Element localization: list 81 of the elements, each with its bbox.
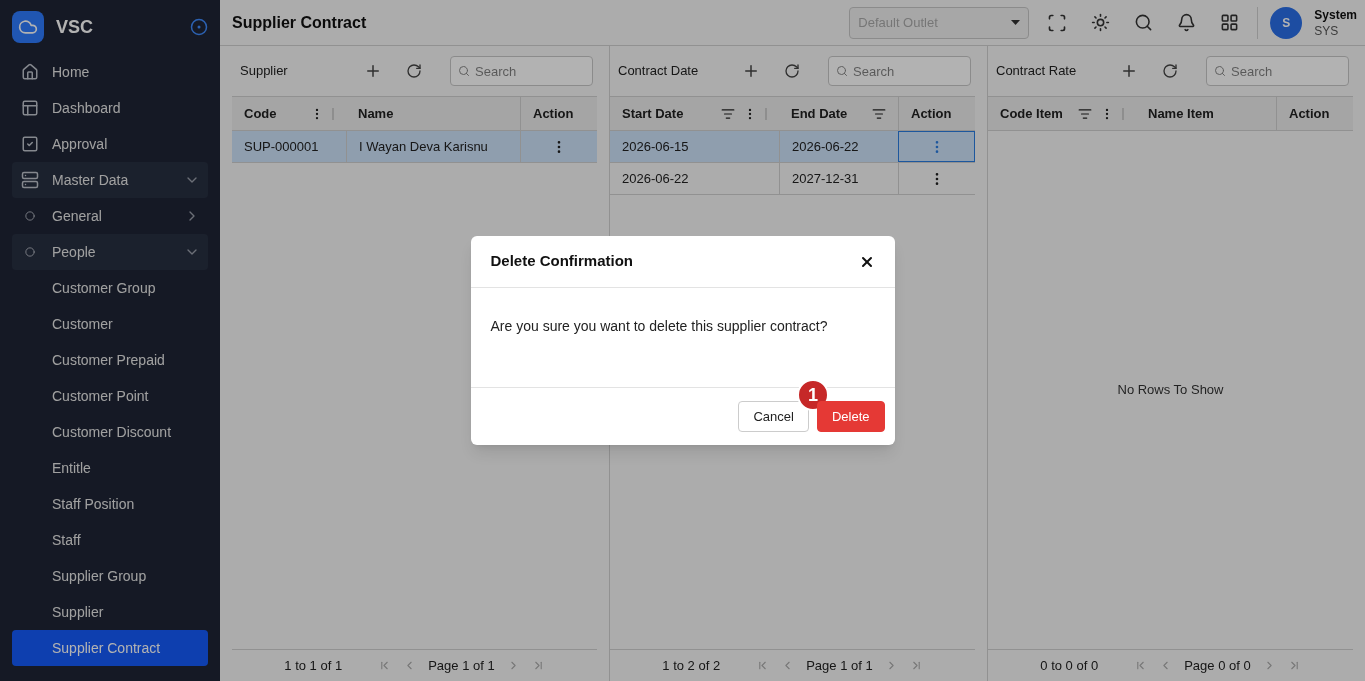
user-name: System (1314, 6, 1357, 23)
sidebar-item[interactable]: Supplier (12, 594, 208, 630)
column-header[interactable]: Name Item (1136, 97, 1276, 130)
sidebar-item[interactable]: Supplier Contract (12, 630, 208, 666)
panel-title: Contract Rate (996, 62, 1078, 81)
sidebar-item[interactable]: Supplier Group (12, 558, 208, 594)
fullscreen-icon[interactable] (1047, 12, 1068, 33)
sidebar-item[interactable]: Customer Discount (12, 414, 208, 450)
cloud-logo (12, 11, 44, 43)
page-indicator: Page 1 of 1 (806, 656, 873, 675)
sidebar-item[interactable]: General (12, 198, 208, 234)
search-icon[interactable] (1134, 13, 1154, 32)
table-cell: 2026-06-22 (779, 131, 898, 162)
sidebar-item[interactable]: Master Data (12, 162, 208, 198)
database-icon (21, 171, 39, 189)
add-icon[interactable] (1120, 62, 1138, 80)
cancel-button[interactable]: Cancel (738, 401, 809, 432)
row-count: 1 to 2 of 2 (662, 656, 721, 675)
sidebar-item[interactable]: Customer Prepaid (12, 342, 208, 378)
table-row[interactable]: 2026-06-15 2026-06-22 (610, 131, 975, 163)
table-row[interactable]: 2026-06-22 2027-12-31 (610, 163, 975, 195)
empty-message: No Rows To Show (1117, 381, 1224, 400)
search-field[interactable]: Search (828, 56, 971, 86)
sidebar-toggle-icon[interactable] (190, 18, 208, 36)
page-title: Supplier Contract (232, 12, 368, 33)
column-header[interactable]: End Date (779, 97, 898, 130)
refresh-icon[interactable] (406, 63, 422, 79)
add-icon[interactable] (742, 62, 760, 80)
row-count: 0 to 0 of 0 (1040, 656, 1099, 675)
sidebar-item[interactable]: Staff (12, 522, 208, 558)
checkbox-icon (21, 135, 39, 153)
sidebar-item[interactable]: Home (12, 54, 208, 90)
dialog-message: Are you sure you want to delete this supplier contract? (490, 317, 829, 336)
column-header[interactable]: Name (346, 97, 520, 130)
sidebar-item[interactable]: Customer Group (12, 270, 208, 306)
table-cell: I Wayan Deva Karisnu (346, 131, 520, 162)
sidebar-item[interactable]: Entitle (12, 450, 208, 486)
dropdown-triangle-icon (1011, 20, 1021, 25)
sidebar-item[interactable]: Dashboard (12, 90, 208, 126)
table-row[interactable]: SUP-000001 I Wayan Deva Karisnu (232, 131, 597, 163)
action-cell[interactable] (898, 131, 975, 162)
brand-name: VSC (56, 16, 94, 39)
user-code: SYS (1314, 22, 1340, 39)
add-icon[interactable] (364, 62, 382, 80)
home-icon (21, 63, 39, 81)
sidebar-item[interactable]: Customer (12, 306, 208, 342)
table-cell-text: SUP-000001 (243, 137, 320, 156)
refresh-icon[interactable] (784, 63, 800, 79)
filter-icon[interactable] (721, 106, 735, 121)
column-header[interactable]: Code (232, 97, 346, 130)
search-field[interactable]: Search (450, 56, 593, 86)
refresh-icon[interactable] (1162, 63, 1178, 79)
column-header[interactable]: Start Date (610, 97, 779, 130)
circle-icon (25, 211, 35, 221)
page-indicator: Page 0 of 0 (1184, 656, 1251, 675)
column-header[interactable]: Action (520, 97, 597, 130)
filter-icon[interactable] (872, 106, 886, 121)
table-cell: 2027-12-31 (779, 163, 898, 194)
sidebar-item[interactable]: People (12, 234, 208, 270)
dialog-title: Delete Confirmation (490, 251, 634, 272)
sidebar-item[interactable]: Staff Position (12, 486, 208, 522)
column-header[interactable]: Action (898, 97, 975, 130)
panel-title: Supplier (240, 62, 289, 81)
search-field[interactable]: Search (1206, 56, 1349, 86)
sidebar-item[interactable]: Customer Point (12, 378, 208, 414)
dashboard-icon (21, 99, 39, 117)
table-cell-text: 2026-06-22 (621, 169, 690, 188)
apps-grid-icon[interactable] (1220, 13, 1240, 32)
bell-icon[interactable] (1177, 13, 1197, 32)
sidebar-item[interactable]: Approval (12, 126, 208, 162)
row-count: 1 to 1 of 1 (284, 656, 343, 675)
user-avatar[interactable]: S (1270, 6, 1303, 39)
column-header[interactable]: Action (1276, 97, 1353, 130)
column-header[interactable]: Code Item (988, 97, 1136, 130)
table-cell-text: 2026-06-15 (621, 137, 690, 156)
circle-icon (25, 247, 35, 257)
filter-icon[interactable] (1078, 106, 1092, 121)
page-indicator: Page 1 of 1 (428, 656, 495, 675)
sun-icon[interactable] (1091, 13, 1111, 32)
delete-button[interactable]: Delete (816, 401, 885, 432)
panel-title: Contract Date (618, 62, 700, 81)
